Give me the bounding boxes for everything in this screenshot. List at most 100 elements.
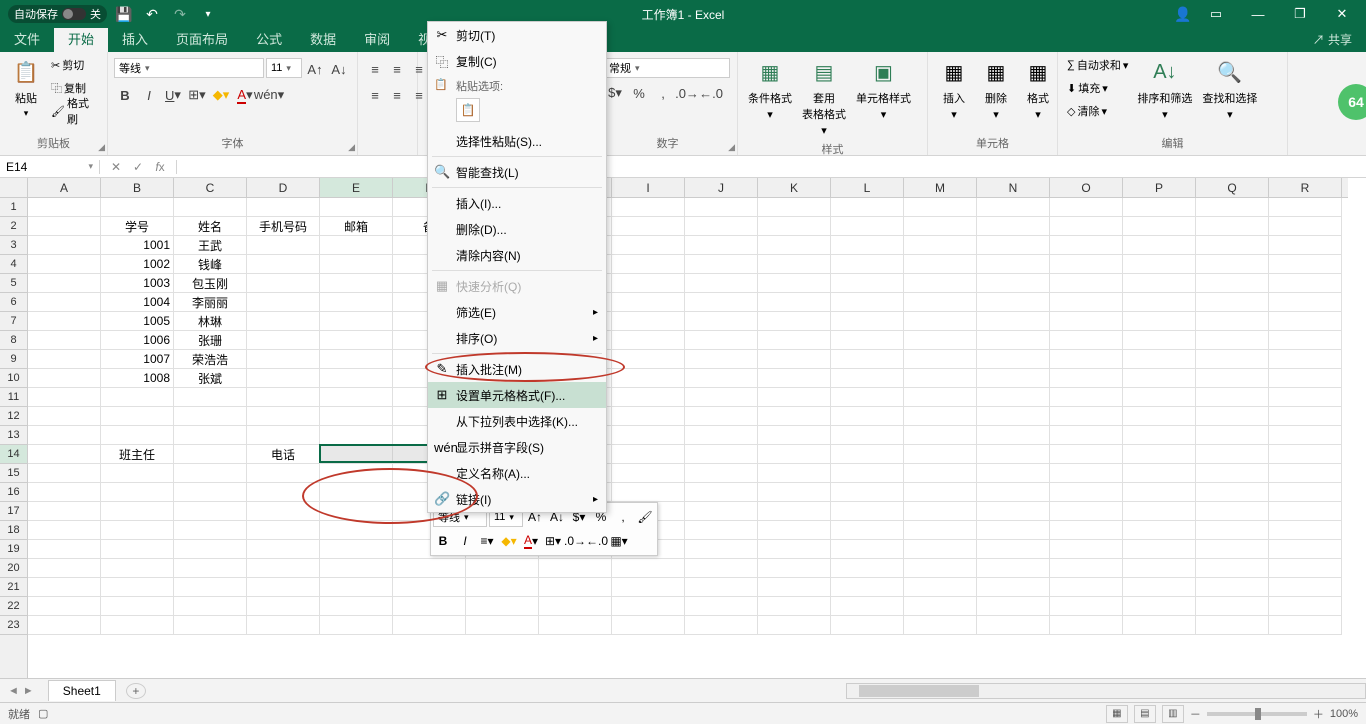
- cell[interactable]: [1050, 255, 1123, 274]
- cell[interactable]: [1269, 274, 1342, 293]
- number-format-combo[interactable]: 常规▾: [604, 58, 730, 78]
- cell[interactable]: [1196, 274, 1269, 293]
- cell[interactable]: [28, 388, 101, 407]
- cell[interactable]: [1123, 464, 1196, 483]
- cell[interactable]: [758, 483, 831, 502]
- cell[interactable]: [1050, 331, 1123, 350]
- cell[interactable]: [1196, 426, 1269, 445]
- cell[interactable]: [1196, 369, 1269, 388]
- percent-icon[interactable]: %: [628, 82, 650, 104]
- cell[interactable]: [1123, 521, 1196, 540]
- cell[interactable]: [685, 521, 758, 540]
- cell[interactable]: [1123, 616, 1196, 635]
- cell[interactable]: [28, 236, 101, 255]
- row-header[interactable]: 20: [0, 559, 27, 578]
- cell[interactable]: [685, 597, 758, 616]
- add-sheet-button[interactable]: +: [126, 683, 146, 699]
- undo-icon[interactable]: ↶: [141, 3, 163, 25]
- cell[interactable]: [1269, 578, 1342, 597]
- cell[interactable]: [904, 445, 977, 464]
- cell[interactable]: [831, 388, 904, 407]
- cell[interactable]: [904, 616, 977, 635]
- cell[interactable]: [612, 616, 685, 635]
- cell[interactable]: [393, 559, 466, 578]
- cell[interactable]: [247, 578, 320, 597]
- cell[interactable]: 1006: [101, 331, 174, 350]
- cell[interactable]: [1050, 445, 1123, 464]
- align-mid-icon[interactable]: ≡: [386, 58, 408, 80]
- cell[interactable]: [904, 407, 977, 426]
- cell[interactable]: [758, 559, 831, 578]
- cell[interactable]: [101, 616, 174, 635]
- font-name-combo[interactable]: 等线▾: [114, 58, 264, 78]
- cm-insert[interactable]: 插入(I)...: [428, 190, 606, 216]
- cell[interactable]: [539, 578, 612, 597]
- cell[interactable]: [466, 597, 539, 616]
- cell[interactable]: [1269, 464, 1342, 483]
- cell[interactable]: [612, 578, 685, 597]
- fx-icon[interactable]: fx: [150, 160, 170, 174]
- cell[interactable]: 学号: [101, 217, 174, 236]
- cell[interactable]: [758, 578, 831, 597]
- cell[interactable]: [1123, 312, 1196, 331]
- cell[interactable]: [1050, 217, 1123, 236]
- align-center-icon[interactable]: ≡: [386, 84, 408, 106]
- cell[interactable]: [101, 540, 174, 559]
- cell[interactable]: [977, 597, 1050, 616]
- cell[interactable]: [28, 578, 101, 597]
- delete-cells-button[interactable]: ▦删除▾: [976, 54, 1016, 123]
- cell[interactable]: [174, 426, 247, 445]
- cell[interactable]: [247, 540, 320, 559]
- cell[interactable]: [1196, 236, 1269, 255]
- cell[interactable]: [28, 312, 101, 331]
- cell[interactable]: [320, 540, 393, 559]
- cell[interactable]: [758, 350, 831, 369]
- row-header[interactable]: 21: [0, 578, 27, 597]
- cell-styles-button[interactable]: ▣单元格样式▾: [852, 54, 915, 123]
- row-header[interactable]: 10: [0, 369, 27, 388]
- cell[interactable]: [1269, 521, 1342, 540]
- row-header[interactable]: 12: [0, 407, 27, 426]
- cell[interactable]: [1123, 350, 1196, 369]
- col-header[interactable]: M: [904, 178, 977, 197]
- cell[interactable]: [758, 464, 831, 483]
- cell[interactable]: [247, 426, 320, 445]
- cell[interactable]: [758, 369, 831, 388]
- row-header[interactable]: 23: [0, 616, 27, 635]
- cell[interactable]: [539, 616, 612, 635]
- cell[interactable]: [612, 388, 685, 407]
- cell[interactable]: [977, 521, 1050, 540]
- cell[interactable]: [977, 540, 1050, 559]
- bold-button[interactable]: B: [114, 84, 136, 106]
- cell[interactable]: [1196, 540, 1269, 559]
- cm-filter[interactable]: 筛选(E)▸: [428, 299, 606, 325]
- cell[interactable]: 荣浩浩: [174, 350, 247, 369]
- cell[interactable]: [1269, 293, 1342, 312]
- tab-insert[interactable]: 插入: [108, 25, 162, 52]
- cell[interactable]: [758, 312, 831, 331]
- cell[interactable]: [1269, 312, 1342, 331]
- cell[interactable]: [1196, 407, 1269, 426]
- insert-cells-button[interactable]: ▦插入▾: [934, 54, 974, 123]
- cell[interactable]: [831, 255, 904, 274]
- cell[interactable]: [1269, 597, 1342, 616]
- cell[interactable]: [977, 236, 1050, 255]
- cell[interactable]: [685, 293, 758, 312]
- row-header[interactable]: 1: [0, 198, 27, 217]
- cell[interactable]: [1123, 331, 1196, 350]
- cm-sort[interactable]: 排序(O)▸: [428, 325, 606, 351]
- cell[interactable]: [1050, 521, 1123, 540]
- autosum-button[interactable]: ∑ 自动求和 ▾: [1064, 54, 1131, 76]
- mini-font-color[interactable]: A▾: [521, 531, 541, 551]
- cell[interactable]: [1196, 331, 1269, 350]
- cell[interactable]: [1123, 407, 1196, 426]
- cm-smart-lookup[interactable]: 🔍智能查找(L): [428, 159, 606, 185]
- cell[interactable]: [904, 293, 977, 312]
- cell[interactable]: [320, 274, 393, 293]
- cell[interactable]: [174, 483, 247, 502]
- cell[interactable]: [1269, 388, 1342, 407]
- cell[interactable]: 1003: [101, 274, 174, 293]
- cell[interactable]: [320, 502, 393, 521]
- cell[interactable]: [1269, 407, 1342, 426]
- cell[interactable]: [977, 198, 1050, 217]
